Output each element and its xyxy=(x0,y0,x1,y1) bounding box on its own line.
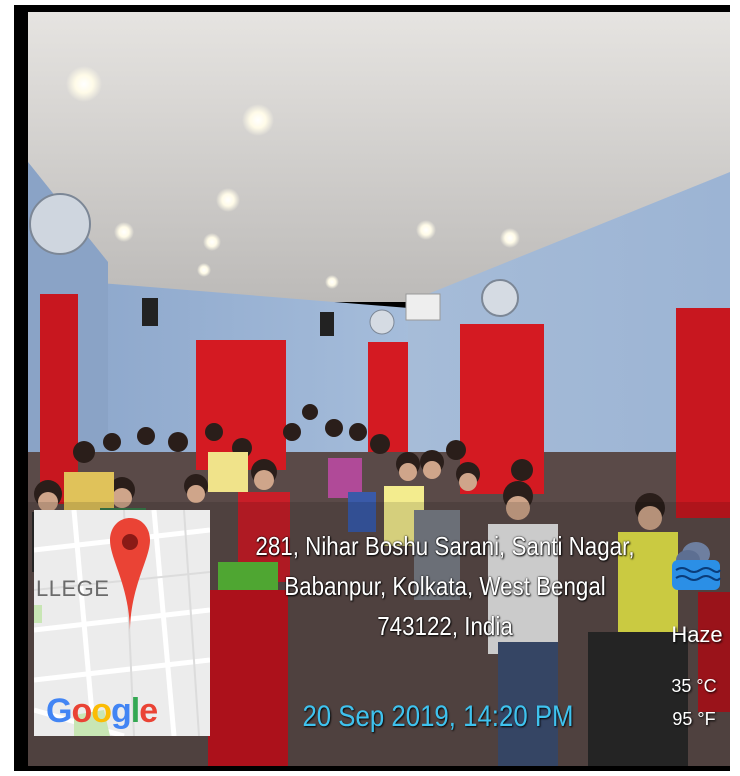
address-line-1: 281, Nihar Boshu Sarani, Santi Nagar, xyxy=(255,531,635,561)
map-pin-icon xyxy=(110,518,150,634)
temperature-celsius: 35 °C xyxy=(671,676,717,696)
rain-cloud-icon xyxy=(672,542,721,590)
temperature-fahrenheit: 95 °F xyxy=(672,709,716,729)
location-address: 281, Nihar Boshu Sarani, Santi Nagar, Ba… xyxy=(253,526,637,646)
photo-timestamp: 20 Sep 2019, 14:20 PM xyxy=(302,700,574,733)
google-logo: Google xyxy=(46,692,158,730)
address-line-2: Babanpur, Kolkata, West Bengal xyxy=(284,571,606,601)
weather-condition: Haze xyxy=(671,622,723,647)
map-thumbnail: LLEGE Google xyxy=(34,510,210,736)
map-place-label: LLEGE xyxy=(36,576,110,601)
address-line-3: 743122, India xyxy=(377,611,513,641)
